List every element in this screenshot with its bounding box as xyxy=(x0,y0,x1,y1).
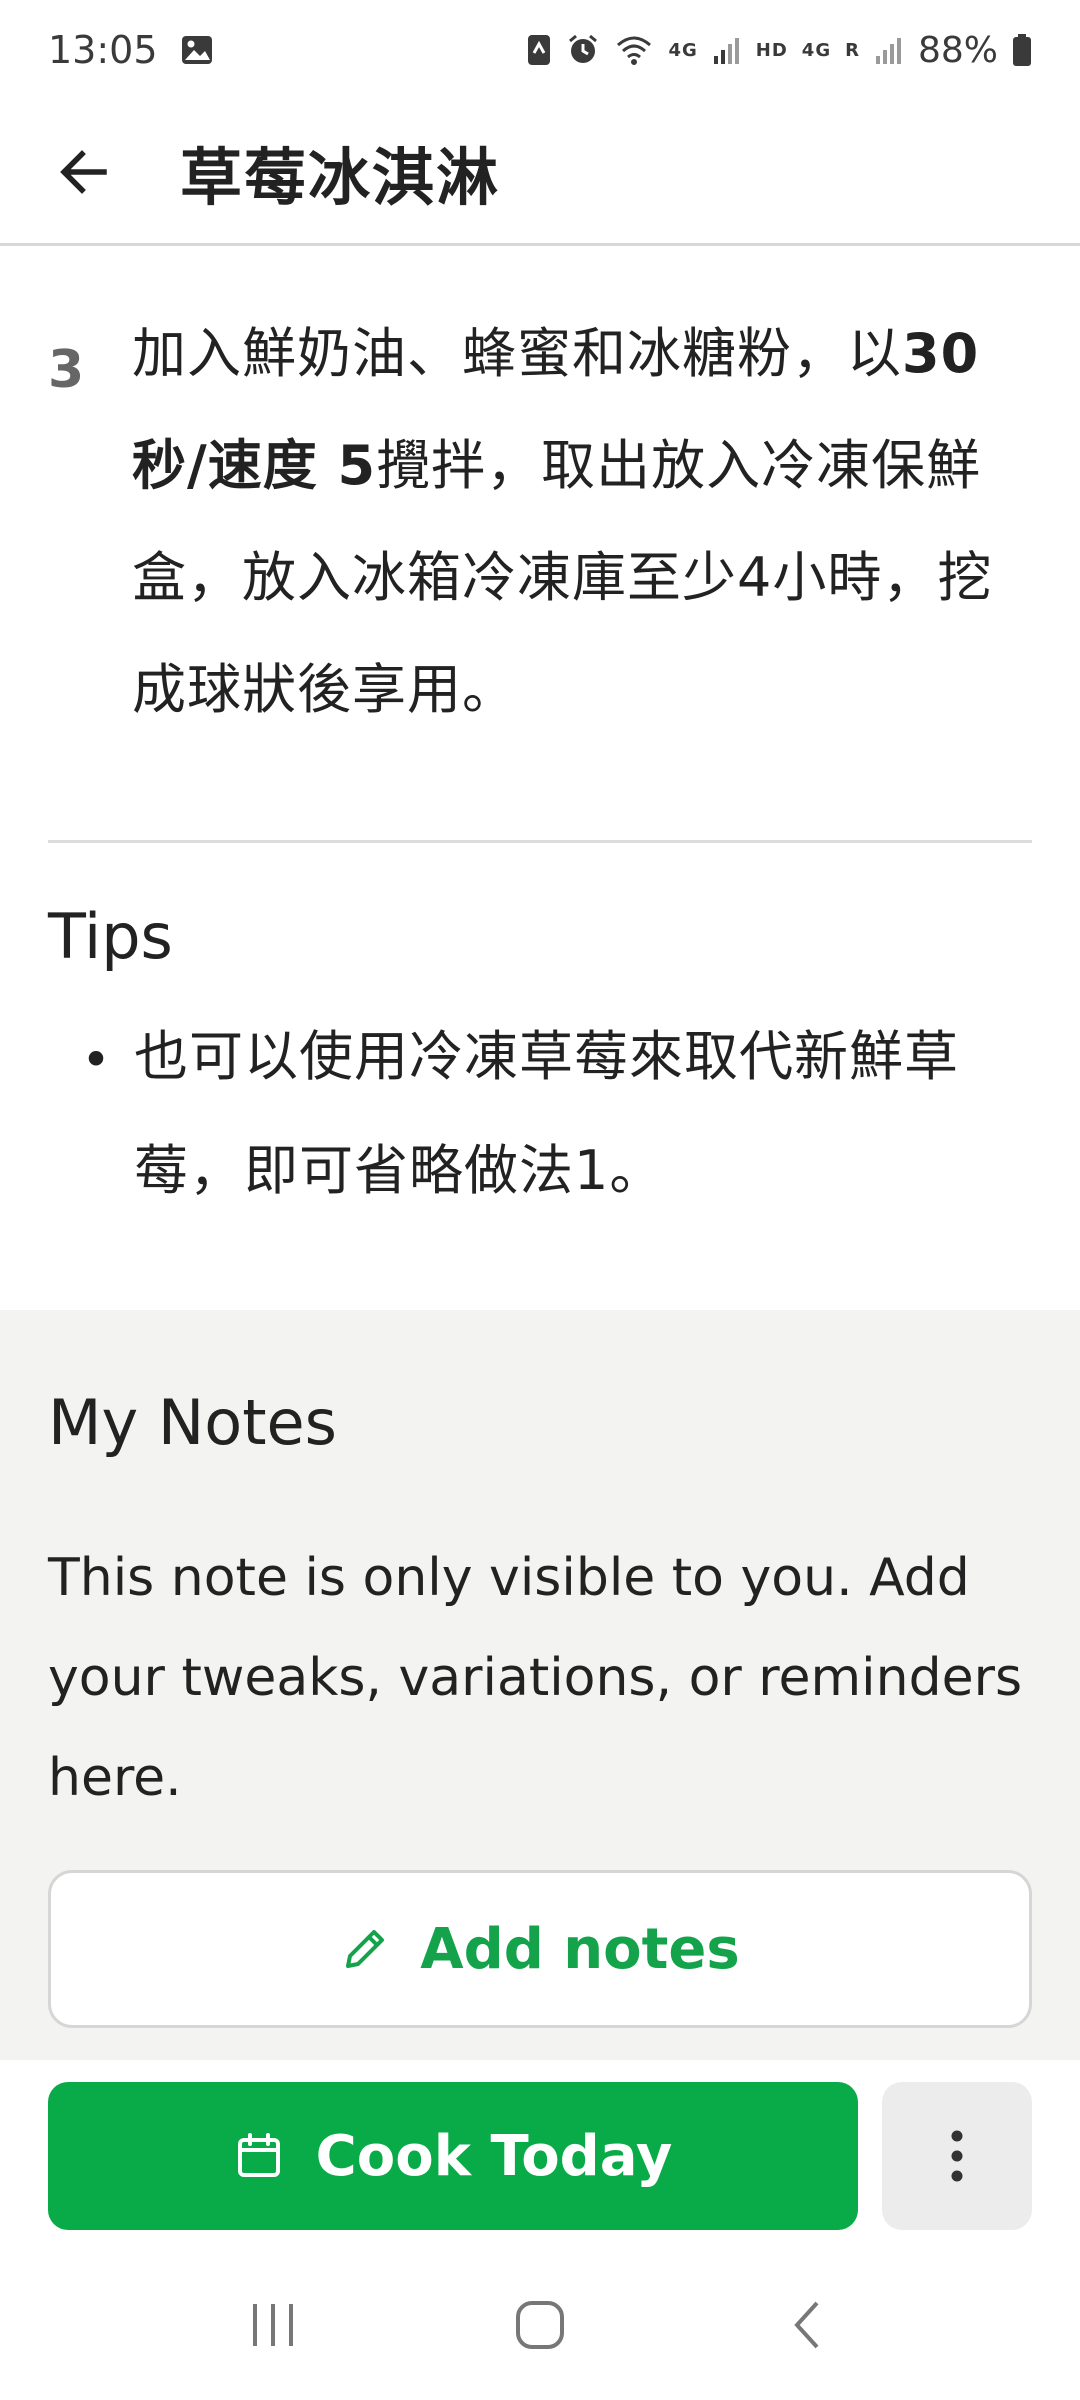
cook-today-button[interactable]: Cook Today xyxy=(48,2082,858,2230)
page-title: 草莓冰淇淋 xyxy=(180,140,501,214)
network-type-4g-second: 4G xyxy=(801,39,832,61)
network-hd: HD xyxy=(755,39,788,61)
home-icon xyxy=(515,2301,564,2349)
cook-today-label: Cook Today xyxy=(315,2123,673,2189)
pencil-icon xyxy=(346,1930,385,1968)
notes-description: This note is only visible to you. Add yo… xyxy=(48,1548,1023,1808)
status-left: 13:05 xyxy=(48,28,214,72)
back-button[interactable] xyxy=(40,128,128,216)
alarm-icon xyxy=(566,33,600,67)
roaming-indicator: R xyxy=(845,39,860,61)
network-type-4g: 4G xyxy=(668,39,698,61)
step-number: 3 xyxy=(48,340,85,400)
battery-percent: 88% xyxy=(917,29,998,71)
arrow-left-icon xyxy=(60,149,107,194)
notes-section: My Notes This note is only visible to yo… xyxy=(0,1310,1080,2060)
step-text-part1: 加入鮮奶油、蜂蜜和冰糖粉，以 xyxy=(132,322,902,385)
screen: 13:05 4G HD 4G R 88% 草莓冰淇淋 3 加入鮮奶油、蜂蜜和冰糖… xyxy=(0,0,1080,2400)
add-notes-button[interactable]: Add notes xyxy=(48,1870,1032,2028)
action-bar: Cook Today xyxy=(0,2060,1080,2250)
tip-text: 也可以使用冷凍草莓來取代新鮮草莓，即可省略做法1。 xyxy=(134,1025,959,1202)
wifi-icon xyxy=(614,33,654,67)
more-options-button[interactable] xyxy=(882,2082,1032,2230)
more-vertical-icon xyxy=(951,2130,963,2182)
tip-item: • 也可以使用冷凍草莓來取代新鮮草莓，即可省略做法1。 xyxy=(48,1025,1032,1228)
tips-title: Tips xyxy=(48,900,173,973)
calendar-icon xyxy=(237,2133,280,2177)
signal-icon-second xyxy=(874,34,904,66)
status-bar: 13:05 4G HD 4G R 88% xyxy=(0,0,1080,100)
app-bar: 草莓冰淇淋 xyxy=(0,100,1080,246)
signal-icon xyxy=(712,34,742,66)
section-divider xyxy=(48,840,1032,843)
recent-apps-button[interactable] xyxy=(213,2275,333,2375)
recipe-step: 3 加入鮮奶油、蜂蜜和冰糖粉，以30 秒/速度 5攪拌，取出放入冷凍保鮮盒，放入… xyxy=(48,322,1032,746)
status-time: 13:05 xyxy=(48,28,158,72)
system-back-button[interactable] xyxy=(747,2275,867,2375)
gallery-notification-icon xyxy=(180,33,214,67)
bullet-icon: • xyxy=(81,1031,111,1089)
battery-icon xyxy=(1012,33,1032,67)
home-button[interactable] xyxy=(480,2275,600,2375)
system-nav-bar xyxy=(0,2250,1080,2400)
step-text: 加入鮮奶油、蜂蜜和冰糖粉，以30 秒/速度 5攪拌，取出放入冷凍保鮮盒，放入冰箱… xyxy=(132,298,1032,746)
add-notes-label: Add notes xyxy=(420,1916,740,1982)
notes-title: My Notes xyxy=(48,1386,337,1459)
status-right: 4G HD 4G R 88% xyxy=(526,30,1032,71)
chevron-left-icon xyxy=(793,2301,819,2349)
recent-apps-icon xyxy=(253,2304,294,2346)
sync-icon xyxy=(526,33,552,67)
